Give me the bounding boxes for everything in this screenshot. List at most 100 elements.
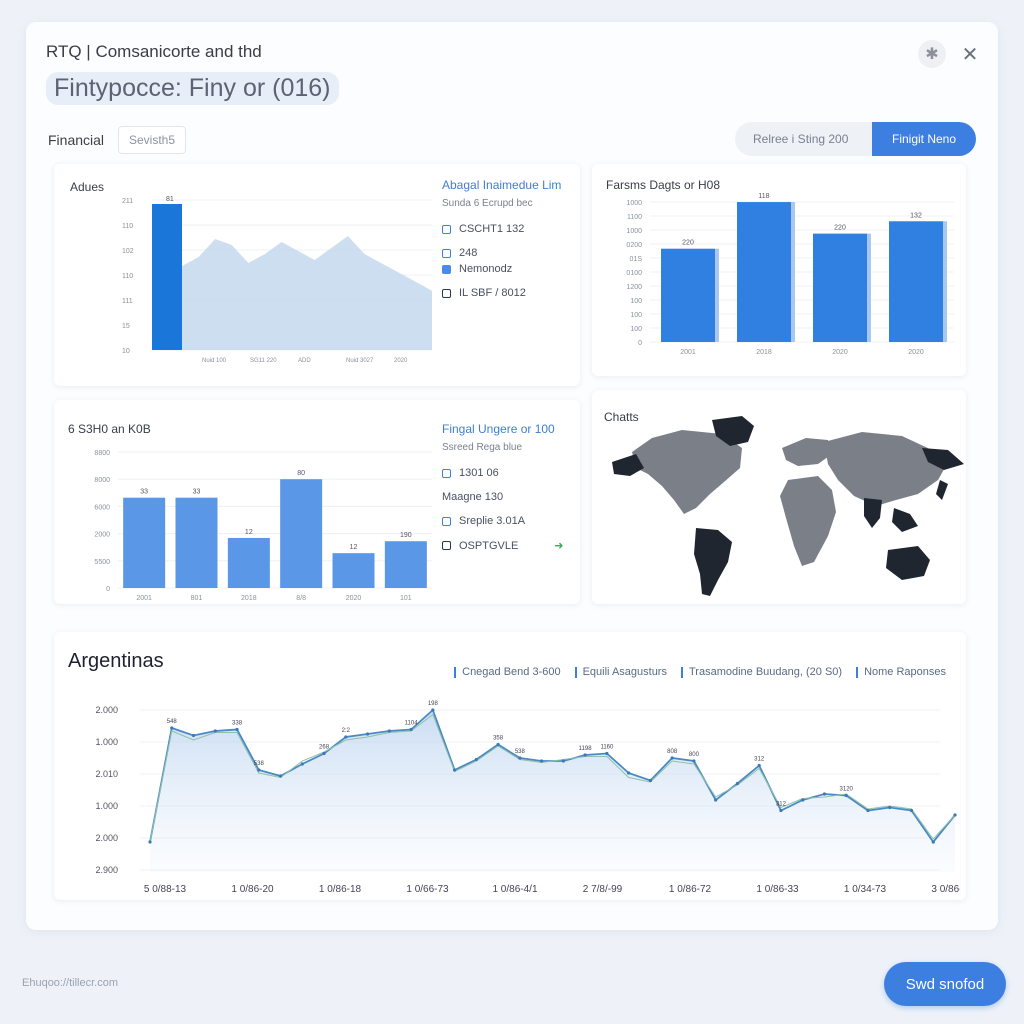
x-tick-label: 2020 xyxy=(832,349,848,356)
adues-legend-item[interactable]: CSCHT1 132 xyxy=(442,223,572,235)
s3h0-legend-item[interactable]: Sreplie 3.01A xyxy=(442,515,572,527)
card-s3h0-title: 6 S3H0 an K0B xyxy=(68,422,151,436)
adues-legend-subtitle: Sunda 6 Ecrupd bec xyxy=(442,198,533,209)
x-tick-label: 1 0/86-18 xyxy=(319,884,362,895)
square-icon xyxy=(442,288,451,298)
line-point xyxy=(822,792,827,796)
point-label: 808 xyxy=(667,749,678,755)
card-s3h0: 6 S3H0 an K0B 8800 8000 6000 2000 5500 0 33 33 1… xyxy=(54,400,580,604)
bar-2018 xyxy=(227,537,270,588)
y-tick-label: 5500 xyxy=(94,559,110,566)
y-tick-label: 0 xyxy=(638,340,642,347)
adues-legend-item[interactable]: 248 xyxy=(442,247,572,259)
x-tick-label: 2018 xyxy=(756,349,772,356)
legend-label: 1301 06 xyxy=(459,467,499,479)
line-point xyxy=(844,793,848,798)
line-point xyxy=(714,798,718,802)
point-label: 312 xyxy=(754,757,765,763)
line-point xyxy=(931,840,935,844)
segment-option-finigit[interactable]: Finigit Neno xyxy=(872,122,976,156)
send-button[interactable]: Swd snofod xyxy=(884,962,1006,1006)
y-tick-label: 0 xyxy=(106,586,110,593)
point-label: 538 xyxy=(515,749,526,755)
line-point xyxy=(583,753,587,757)
legend-label: Sreplie 3.01A xyxy=(459,515,526,527)
legend-label: CSCHT1 132 xyxy=(459,223,525,235)
point-label: 358 xyxy=(493,736,504,742)
x-tick-label: 1 0/86-4/1 xyxy=(492,884,537,895)
point-label: 800 xyxy=(689,752,700,758)
x-tick-label: 2001 xyxy=(680,349,696,356)
line-point xyxy=(365,732,370,736)
bar-2020 xyxy=(813,233,867,342)
line-point xyxy=(627,771,631,775)
line-point xyxy=(735,781,740,786)
bar-shadow xyxy=(791,202,795,342)
adues-legend-title: Abagal Inaimedue Lim xyxy=(442,178,562,192)
bar-data-label: 118 xyxy=(758,193,769,200)
legend-series-1[interactable]: Cnegad Bend 3-600 xyxy=(454,666,560,678)
bar-data-label: 220 xyxy=(682,240,694,247)
y-tick-label: 1000 xyxy=(626,200,642,207)
legend-series-4[interactable]: Nome Raponses xyxy=(856,666,946,678)
x-tick-label: 2020 xyxy=(908,349,924,356)
square-icon xyxy=(442,224,451,234)
argentinas-title: Argentinas xyxy=(68,650,164,672)
y-tick-label: 111 xyxy=(122,298,133,305)
s3h0-legend-item[interactable]: OSPTGVLE ➜ xyxy=(442,539,572,552)
bar-data-label: 132 xyxy=(910,212,922,219)
x-tick-label: 1 0/86-20 xyxy=(231,884,274,895)
tab-services[interactable]: Sevisth5 xyxy=(118,126,187,154)
line-point xyxy=(322,751,326,756)
square-icon xyxy=(442,468,451,478)
line-point xyxy=(757,763,761,768)
bar-shadow xyxy=(867,233,871,342)
bar-data-label: 12 xyxy=(245,529,253,536)
y-tick-label: 1.000 xyxy=(95,737,118,747)
legend-label: OSPTGVLE xyxy=(459,539,519,552)
adues-legend-item[interactable]: IL SBF / 8012 xyxy=(442,287,572,299)
y-tick-label: 0200 xyxy=(626,242,642,249)
line-point xyxy=(605,751,609,756)
argentinas-area xyxy=(150,710,955,872)
y-tick-label: 6000 xyxy=(94,504,110,511)
footer-link[interactable]: Ehuqoo://tillecr.com xyxy=(22,977,118,989)
farsms-bar-chart: 100011001000020001S010012001001001000220… xyxy=(626,193,954,356)
y-tick-label: 2.900 xyxy=(95,865,118,875)
x-tick-label: 2020 xyxy=(394,358,408,364)
line-point xyxy=(496,742,500,747)
line-point xyxy=(344,735,348,739)
card-map: Chatts xyxy=(592,390,966,604)
line-point xyxy=(518,756,522,760)
legend-series-3[interactable]: Trasamodine Buudang, (20 S0) xyxy=(681,666,842,678)
y-tick-label: 10 xyxy=(122,348,130,355)
tab-financial[interactable]: Financial xyxy=(38,126,114,154)
bar-shadow xyxy=(715,248,719,342)
x-tick-label: 8/8 xyxy=(296,595,306,600)
line-point xyxy=(888,805,892,810)
s3h0-legend-title: Fingal Ungere or 100 xyxy=(442,422,555,436)
legend-label: 248 xyxy=(459,247,478,259)
legend-label: IL SBF / 8012 xyxy=(459,287,526,299)
s3h0-legend-item[interactable]: 1301 06 xyxy=(442,467,572,479)
x-tick-label: 1 0/34-73 xyxy=(844,884,887,895)
s3h0-legend-item[interactable]: Maagne 130 xyxy=(442,491,572,503)
line-point xyxy=(540,759,544,763)
line-point xyxy=(953,813,957,817)
y-tick-label: 15 xyxy=(122,323,130,330)
adues-legend-item[interactable]: Nemonodz xyxy=(442,263,572,275)
adues-bar-label: 81 xyxy=(166,196,174,203)
map-india xyxy=(864,498,882,528)
app-title: RTQ | Comsanicorte and thd xyxy=(46,42,262,61)
line-point xyxy=(474,757,478,762)
close-icon[interactable]: ✕ xyxy=(956,40,984,68)
legend-label: Maagne 130 xyxy=(442,491,504,503)
point-label: 548 xyxy=(167,719,178,725)
point-label: 312 xyxy=(776,802,787,808)
legend-series-2[interactable]: Equili Asagusturs xyxy=(575,666,667,678)
gear-icon[interactable]: ✱ xyxy=(918,40,946,68)
y-tick-label: 2.010 xyxy=(95,769,118,779)
point-label: 3120 xyxy=(840,787,854,793)
square-icon xyxy=(442,516,451,526)
segment-option-reference[interactable]: Relree i Sting 200 xyxy=(735,122,872,156)
